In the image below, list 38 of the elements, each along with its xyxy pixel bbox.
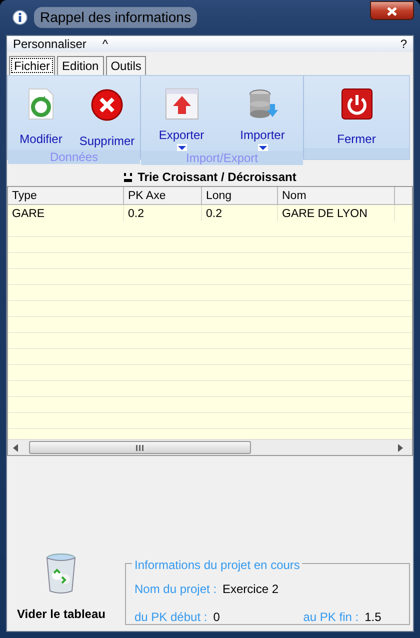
ribbon-button[interactable]: Supprimer bbox=[74, 88, 140, 150]
field-value: 0 bbox=[213, 609, 221, 626]
sort-icon bbox=[124, 172, 132, 182]
column-header[interactable]: Long bbox=[202, 187, 278, 204]
group-label: Données bbox=[50, 150, 98, 164]
database-icon bbox=[246, 88, 278, 120]
help-item[interactable]: ? bbox=[400, 35, 407, 53]
clear-table-button[interactable]: Vider le tableau bbox=[17, 553, 106, 623]
delete-icon bbox=[90, 88, 124, 122]
field-value: Exercice 2 bbox=[222, 581, 279, 598]
ribbon-button[interactable]: Modifier bbox=[8, 88, 74, 148]
tab[interactable]: Fichier bbox=[9, 56, 56, 75]
collapse-toggle[interactable]: ^ bbox=[102, 35, 108, 53]
horizontal-scrollbar[interactable] bbox=[8, 439, 412, 455]
sort-label[interactable]: Trie Croissant / Décroissant bbox=[138, 168, 296, 186]
dropdown-icon[interactable] bbox=[258, 144, 268, 151]
column-header[interactable]: Nom bbox=[278, 187, 395, 204]
field-label: Nom du projet : bbox=[134, 581, 218, 598]
group-label: Import/Export bbox=[186, 151, 258, 165]
power-icon bbox=[340, 88, 372, 120]
field-value: 1.5 bbox=[364, 609, 382, 626]
field-label: du PK début : bbox=[134, 609, 208, 626]
close-icon bbox=[387, 6, 397, 16]
ribbon-button[interactable]: Exporter bbox=[146, 88, 216, 151]
menu-item[interactable]: Personnaliser bbox=[13, 35, 86, 53]
info-icon bbox=[12, 10, 28, 26]
trash-icon bbox=[44, 553, 78, 595]
ribbon-button[interactable]: Importer bbox=[228, 88, 298, 151]
tab[interactable]: Edition bbox=[57, 56, 104, 75]
dropdown-icon[interactable] bbox=[176, 144, 186, 151]
window-title: Rappel des informations bbox=[34, 7, 197, 28]
field-label: au PK fin : bbox=[303, 609, 359, 626]
scrollbar-thumb[interactable] bbox=[29, 441, 251, 454]
column-header[interactable]: Type bbox=[8, 187, 124, 204]
close-button[interactable] bbox=[370, 1, 414, 20]
ribbon-button[interactable]: Fermer bbox=[322, 88, 392, 148]
tab[interactable]: Outils bbox=[106, 56, 146, 75]
column-header[interactable]: PK Axe bbox=[124, 187, 202, 204]
